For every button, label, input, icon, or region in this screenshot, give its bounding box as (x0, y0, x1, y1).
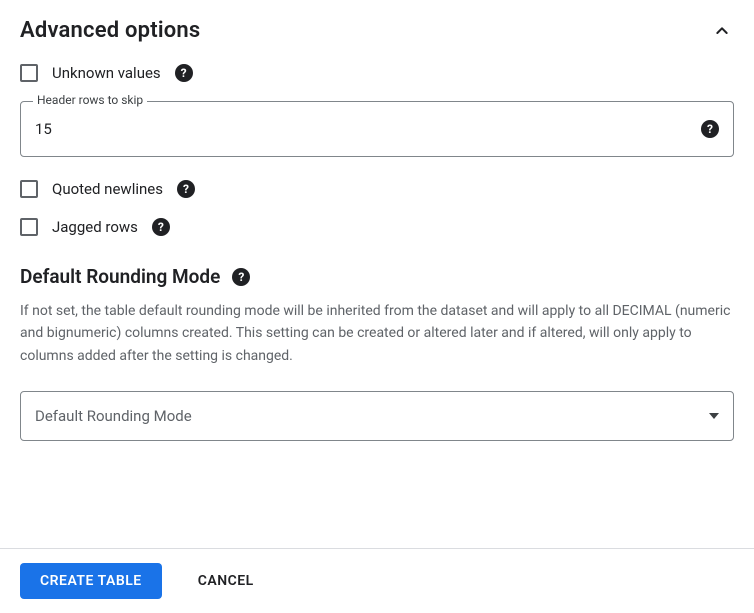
rounding-mode-selected: Default Rounding Mode (21, 407, 709, 425)
help-icon[interactable]: ? (175, 64, 193, 82)
help-icon[interactable]: ? (177, 180, 195, 198)
jagged-rows-checkbox[interactable] (20, 218, 38, 236)
create-table-button[interactable]: CREATE TABLE (20, 563, 162, 599)
header-rows-label: Header rows to skip (33, 93, 147, 107)
rounding-mode-description: If not set, the table default rounding m… (20, 300, 734, 367)
header-rows-field: Header rows to skip ? (20, 101, 734, 157)
rounding-mode-header: Default Rounding Mode ? (20, 265, 734, 288)
footer-actions: CREATE TABLE CANCEL (0, 548, 754, 613)
cancel-button[interactable]: CANCEL (190, 563, 262, 599)
quoted-newlines-checkbox[interactable] (20, 180, 38, 198)
advanced-options-header[interactable]: Advanced options (20, 18, 734, 43)
unknown-values-row: Unknown values ? (20, 61, 734, 85)
unknown-values-label: Unknown values (52, 64, 161, 82)
help-icon[interactable]: ? (232, 268, 250, 286)
chevron-down-icon (709, 413, 719, 419)
rounding-mode-title: Default Rounding Mode (20, 265, 220, 288)
unknown-values-checkbox[interactable] (20, 64, 38, 82)
header-rows-input[interactable] (21, 102, 733, 156)
help-icon[interactable]: ? (701, 120, 719, 138)
section-title: Advanced options (20, 18, 200, 43)
rounding-mode-select[interactable]: Default Rounding Mode (20, 391, 734, 441)
quoted-newlines-row: Quoted newlines ? (20, 177, 734, 201)
jagged-rows-label: Jagged rows (52, 218, 138, 236)
help-icon[interactable]: ? (152, 218, 170, 236)
quoted-newlines-label: Quoted newlines (52, 180, 163, 198)
chevron-up-icon[interactable] (710, 19, 734, 43)
jagged-rows-row: Jagged rows ? (20, 215, 734, 239)
